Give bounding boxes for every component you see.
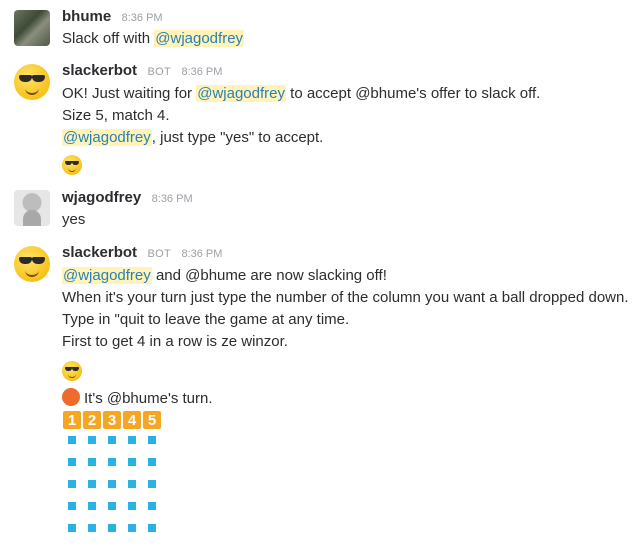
empty-cell bbox=[68, 480, 76, 488]
empty-cell bbox=[108, 458, 116, 466]
empty-cell bbox=[88, 436, 96, 444]
message-text: OK! Just waiting for @wjagodfrey to acce… bbox=[62, 85, 540, 102]
empty-cell bbox=[128, 524, 136, 532]
username[interactable]: bhume bbox=[62, 8, 111, 25]
orange-ball-icon bbox=[62, 388, 80, 406]
empty-cell bbox=[68, 458, 76, 466]
empty-cell bbox=[88, 502, 96, 510]
message-text: Slack off with @wjagodfrey bbox=[62, 30, 245, 47]
avatar-slackerbot[interactable] bbox=[14, 64, 50, 100]
sunglasses-emoji-icon bbox=[62, 361, 84, 383]
shade-bridge bbox=[28, 76, 36, 78]
message-text: Type in "quit to leave the game at any t… bbox=[62, 311, 350, 328]
timestamp[interactable]: 8:36 PM bbox=[152, 193, 193, 205]
empty-cell bbox=[88, 480, 96, 488]
column-number-keys: 1 2 3 4 5 bbox=[62, 410, 162, 430]
empty-cell bbox=[148, 502, 156, 510]
bot-badge: BOT bbox=[147, 248, 172, 260]
turn-text: It's @bhume's turn. bbox=[84, 390, 213, 407]
text-segment: , just type "yes" to accept. bbox=[151, 129, 324, 146]
empty-cell bbox=[128, 458, 136, 466]
timestamp[interactable]: 8:36 PM bbox=[181, 66, 222, 78]
empty-cell bbox=[148, 480, 156, 488]
timestamp[interactable]: 8:36 PM bbox=[122, 12, 163, 24]
column-4-key: 4 bbox=[122, 410, 142, 430]
column-3-key: 3 bbox=[102, 410, 122, 430]
empty-cell bbox=[68, 436, 76, 444]
empty-cell bbox=[108, 524, 116, 532]
username[interactable]: wjagodfrey bbox=[62, 189, 141, 206]
empty-cell bbox=[148, 436, 156, 444]
empty-cell bbox=[148, 458, 156, 466]
empty-cell bbox=[88, 524, 96, 532]
sunglasses-emoji-icon bbox=[62, 155, 84, 177]
empty-cell bbox=[68, 502, 76, 510]
column-5-key: 5 bbox=[142, 410, 162, 430]
empty-cell bbox=[108, 436, 116, 444]
avatar-slackerbot[interactable] bbox=[14, 246, 50, 282]
username[interactable]: slackerbot bbox=[62, 244, 137, 261]
username[interactable]: slackerbot bbox=[62, 62, 137, 79]
column-2-key: 2 bbox=[82, 410, 102, 430]
empty-cell bbox=[148, 524, 156, 532]
mention-link[interactable]: @wjagodfrey bbox=[62, 129, 152, 146]
mention-link[interactable]: @wjagodfrey bbox=[62, 267, 152, 284]
empty-cell bbox=[108, 502, 116, 510]
empty-cell bbox=[68, 524, 76, 532]
text-segment: and @bhume are now slacking off! bbox=[151, 267, 387, 284]
text-segment: Slack off with bbox=[62, 30, 155, 47]
message-text: Size 5, match 4. bbox=[62, 107, 170, 124]
message-text: yes bbox=[62, 211, 86, 228]
timestamp[interactable]: 8:36 PM bbox=[181, 248, 222, 260]
bot-badge: BOT bbox=[147, 66, 172, 78]
message-text: First to get 4 in a row is ze winzor. bbox=[62, 333, 288, 350]
empty-cell bbox=[88, 458, 96, 466]
avatar-bhume[interactable] bbox=[14, 10, 50, 46]
column-1-key: 1 bbox=[62, 410, 82, 430]
empty-cell bbox=[128, 436, 136, 444]
text-segment: OK! Just waiting for bbox=[62, 85, 197, 102]
text-segment: to accept @bhume's offer to slack off. bbox=[286, 85, 541, 102]
message-text: When it's your turn just type the number… bbox=[62, 289, 629, 306]
mention-link[interactable]: @wjagodfrey bbox=[154, 30, 245, 47]
empty-cell bbox=[128, 480, 136, 488]
empty-cell bbox=[128, 502, 136, 510]
avatar-wjagodfrey[interactable] bbox=[14, 190, 50, 226]
turn-indicator: It's @bhume's turn. bbox=[62, 388, 213, 407]
message-text: @wjagodfrey and @bhume are now slacking … bbox=[62, 267, 387, 284]
mention-link[interactable]: @wjagodfrey bbox=[196, 85, 286, 102]
shade-bridge bbox=[28, 258, 36, 260]
message-text: @wjagodfrey, just type "yes" to accept. bbox=[62, 129, 323, 146]
empty-cell bbox=[108, 480, 116, 488]
